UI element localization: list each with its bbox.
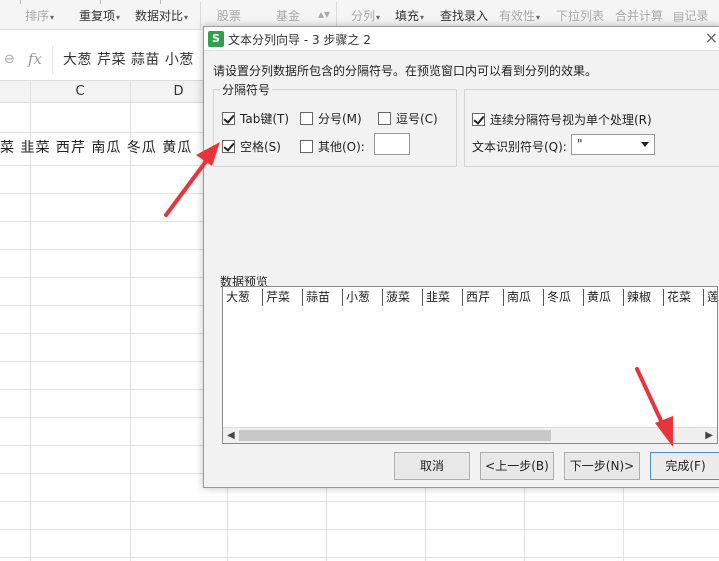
text-qualifier-select[interactable]: " <box>571 134 655 155</box>
record-button[interactable]: ▤记录 <box>673 7 708 24</box>
data-compare-button[interactable]: 数据对比▾ <box>135 7 188 24</box>
preview-cell: 西芹 <box>463 289 504 306</box>
preview-cell: 菠菜 <box>383 289 423 306</box>
consecutive-delimiters-checkbox[interactable]: 连续分隔符号视为单个处理(R) <box>472 111 652 128</box>
ribbon-divider <box>20 0 21 4</box>
fund-button[interactable]: 基金 <box>276 7 300 24</box>
scroll-left-icon[interactable]: ◀ <box>227 430 235 441</box>
horizontal-scrollbar[interactable]: ◀ ▶ <box>223 427 717 443</box>
preview-cell: 大葱 <box>223 289 263 306</box>
ribbon-divider <box>160 0 161 4</box>
text-to-columns-dialog: S 文本分列向导 - 3 步骤之 2 × 请设置分列数据所包含的分隔符号。在预览… <box>203 26 719 488</box>
cancel-button[interactable]: 取消 <box>394 452 470 480</box>
preview-cell: 花菜 <box>664 289 704 306</box>
preview-cell: 南瓜 <box>504 289 544 306</box>
checkbox-empty-icon <box>300 112 313 125</box>
checkbox-empty-icon <box>378 112 391 125</box>
dropdown-list-button[interactable]: 下拉列表 <box>556 7 604 24</box>
dialog-title: 文本分列向导 - 3 步骤之 2 <box>228 33 371 47</box>
ribbon-scroll-icon[interactable]: ▴▾ <box>318 7 330 21</box>
delimiter-groupbox <box>213 89 457 167</box>
chevron-down-icon <box>641 142 649 147</box>
tab-checkbox[interactable]: Tab键(T) <box>222 110 289 127</box>
preview-cell: 辣椒 <box>624 289 664 306</box>
grid-line <box>0 501 719 502</box>
fill-button[interactable]: 填充▾ <box>395 7 424 24</box>
delimiter-group-label: 分隔符号 <box>220 81 273 98</box>
zoom-icon[interactable]: ⊖ <box>4 52 15 67</box>
other-delimiter-input[interactable] <box>374 133 410 155</box>
function-icon[interactable]: fx <box>28 50 42 68</box>
other-checkbox[interactable]: 其他(O): <box>300 138 365 155</box>
text-qualifier-label: 文本识别符号(Q): <box>472 140 567 154</box>
ribbon-separator <box>200 2 201 28</box>
cell-text-row[interactable]: 菜 韭菜 西芹 南瓜 冬瓜 黄瓜 <box>0 137 192 157</box>
validity-button[interactable]: 有效性▾ <box>499 7 540 24</box>
ribbon-separator <box>336 2 337 28</box>
app-logo-icon: S <box>208 31 224 47</box>
scroll-right-icon[interactable]: ▶ <box>705 430 713 441</box>
split-column-button[interactable]: 分列▾ <box>351 7 380 24</box>
data-preview-pane[interactable]: 大葱 芹菜 蒜苗 小葱 菠菜 韭菜 西芹 南瓜 冬瓜 黄瓜 辣椒 花菜 莲 ◀ … <box>222 286 718 444</box>
grid-line <box>0 557 719 558</box>
grid-line <box>0 529 719 530</box>
space-checkbox[interactable]: 空格(S) <box>222 138 281 155</box>
consolidate-button[interactable]: 合并计算 <box>615 7 663 24</box>
record-icon: ▤ <box>673 9 685 23</box>
stock-button[interactable]: 股票 <box>217 7 241 24</box>
scrollbar-thumb[interactable] <box>239 430 551 441</box>
ribbon-divider <box>100 0 101 4</box>
options-groupbox <box>464 89 719 167</box>
checkbox-empty-icon <box>300 140 313 153</box>
column-header-c[interactable]: C <box>30 81 130 104</box>
comma-checkbox[interactable]: 逗号(C) <box>378 110 438 127</box>
preview-cell: 芹菜 <box>263 289 303 306</box>
preview-cell: 韭菜 <box>423 289 463 306</box>
preview-cell: 冬瓜 <box>544 289 584 306</box>
preview-cell: 莲 <box>707 290 718 304</box>
checkbox-checked-icon <box>222 112 235 125</box>
checkbox-checked-icon <box>472 113 485 126</box>
lookup-entry-button[interactable]: 查找录入 <box>440 7 488 24</box>
back-button[interactable]: <上一步(B) <box>480 452 554 480</box>
next-button[interactable]: 下一步(N)> <box>564 452 640 480</box>
sort-button[interactable]: 排序▾ <box>25 7 54 24</box>
close-icon[interactable]: × <box>705 28 718 47</box>
preview-cell: 小葱 <box>343 289 383 306</box>
preview-cell: 黄瓜 <box>584 289 624 306</box>
finish-button[interactable]: 完成(F) <box>650 452 719 480</box>
dialog-titlebar[interactable]: S 文本分列向导 - 3 步骤之 2 × <box>204 27 719 51</box>
duplicates-button[interactable]: 重复项▾ <box>79 7 120 24</box>
dialog-instruction: 请设置分列数据所包含的分隔符号。在预览窗口内可以看到分列的效果。 <box>213 64 598 78</box>
preview-cell: 蒜苗 <box>303 289 343 306</box>
checkbox-checked-icon <box>222 140 235 153</box>
semicolon-checkbox[interactable]: 分号(M) <box>300 110 362 127</box>
